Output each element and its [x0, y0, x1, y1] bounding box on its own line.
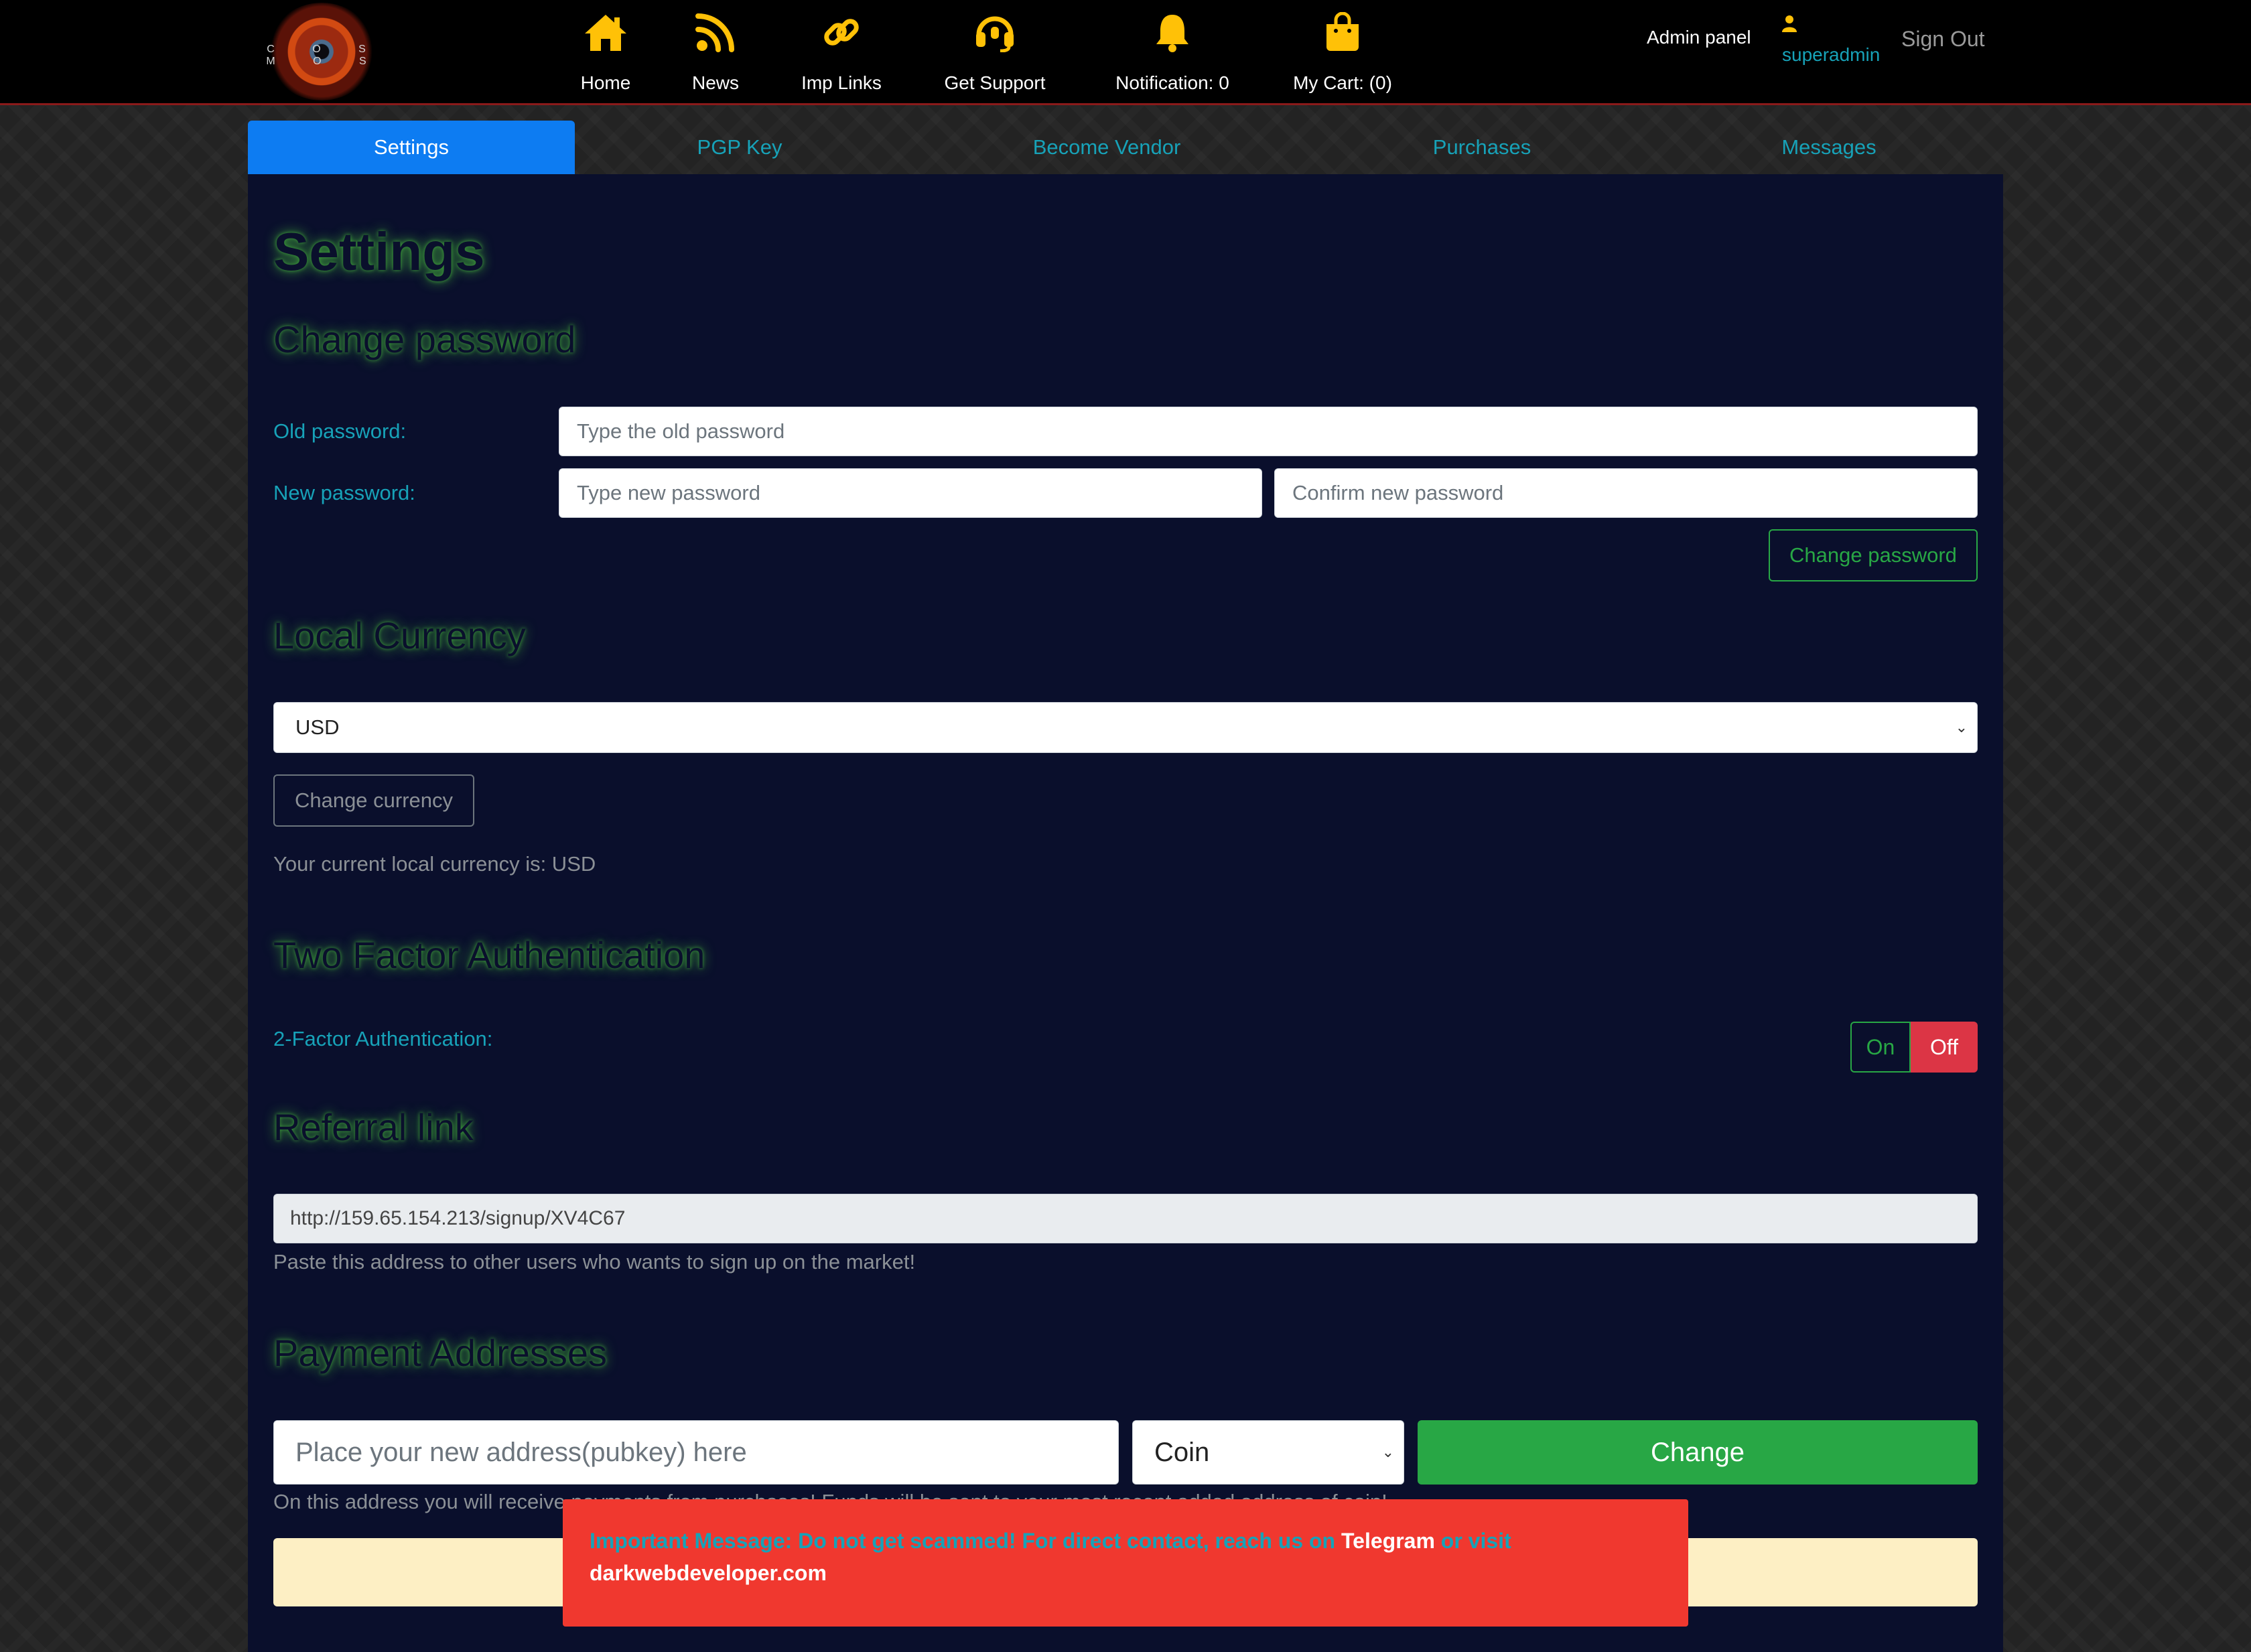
website-link[interactable]: darkwebdeveloper.com	[590, 1561, 827, 1585]
coin-selected-value: Coin	[1154, 1438, 1210, 1467]
local-currency-heading: Local Currency	[273, 614, 526, 657]
nav-get-support-label: Get Support	[944, 72, 1046, 93]
telegram-link[interactable]: Telegram	[1341, 1529, 1435, 1553]
home-icon	[585, 15, 626, 51]
tab-settings[interactable]: Settings	[248, 121, 575, 174]
headset-icon	[976, 16, 1014, 52]
nav-imp-links[interactable]: Imp Links	[796, 12, 887, 93]
change-currency-button[interactable]: Change currency	[273, 774, 474, 827]
current-currency-text: Your current local currency is: USD	[273, 852, 596, 876]
page-title: Settings	[273, 222, 485, 281]
referral-help-text: Paste this address to other users who wa…	[273, 1250, 916, 1274]
new-password-input[interactable]	[559, 468, 1262, 518]
payment-address-input[interactable]	[273, 1420, 1119, 1485]
referral-link-field[interactable]: http://159.65.154.213/signup/XV4C67	[273, 1194, 1978, 1243]
payment-addresses-heading: Payment Addresses	[273, 1332, 608, 1374]
nav-my-cart-label: My Cart: (0)	[1293, 72, 1392, 93]
coin-select[interactable]: Coin ⌄	[1132, 1420, 1404, 1485]
settings-tabs: Settings PGP Key Become Vendor Purchases…	[248, 121, 2003, 174]
link-icon	[824, 19, 859, 46]
alert-or-visit-text: or visit	[1440, 1529, 1511, 1553]
change-password-heading: Change password	[273, 318, 576, 360]
nav-my-cart[interactable]: My Cart: (0)	[1289, 12, 1396, 93]
change-address-button[interactable]: Change	[1418, 1420, 1978, 1485]
confirm-password-input[interactable]	[1274, 468, 1978, 518]
two-factor-heading: Two Factor Authentication	[273, 934, 705, 976]
tab-messages[interactable]: Messages	[1655, 121, 2003, 174]
old-password-label: Old password:	[273, 419, 407, 443]
nav-home-label: Home	[580, 72, 631, 93]
top-navbar: C O S M O S Home News Imp Links Get Supp…	[0, 0, 2251, 105]
tab-become-vendor[interactable]: Become Vendor	[904, 121, 1309, 174]
shopping-bag-icon	[1326, 12, 1359, 51]
new-password-label: New password:	[273, 481, 415, 504]
nav-notification[interactable]: Notification: 0	[1107, 12, 1238, 93]
user-icon	[1782, 15, 1797, 32]
logo-text: C O S M O S	[266, 44, 384, 67]
two-factor-label: 2-Factor Authentication:	[273, 1027, 493, 1050]
bell-icon	[1156, 15, 1188, 52]
nav-home[interactable]: Home	[571, 12, 640, 93]
old-password-input[interactable]	[559, 407, 1978, 456]
nav-get-support[interactable]: Get Support	[938, 12, 1052, 93]
chevron-down-icon: ⌄	[1955, 719, 1968, 736]
rss-icon	[695, 13, 734, 52]
alert-intro-text: Important Message: Do not get scammed! F…	[590, 1529, 1336, 1553]
currency-select[interactable]: USD ⌄	[273, 702, 1978, 753]
referral-link-heading: Referral link	[273, 1106, 474, 1148]
change-password-button[interactable]: Change password	[1769, 529, 1978, 581]
tab-pgp-key[interactable]: PGP Key	[575, 121, 904, 174]
two-factor-off-button[interactable]: Off	[1911, 1022, 1978, 1073]
username-link[interactable]: superadmin	[1782, 44, 1880, 66]
currency-selected-value: USD	[295, 715, 340, 739]
nav-news-label: News	[691, 72, 739, 93]
sign-out-link[interactable]: Sign Out	[1901, 27, 1985, 52]
nav-notification-label: Notification: 0	[1115, 72, 1229, 93]
admin-panel-link[interactable]: Admin panel	[1647, 27, 1751, 48]
nav-imp-links-label: Imp Links	[801, 72, 882, 93]
two-factor-on-button[interactable]: On	[1850, 1022, 1911, 1073]
important-message-alert: Important Message: Do not get scammed! F…	[563, 1499, 1688, 1627]
tab-purchases[interactable]: Purchases	[1309, 121, 1655, 174]
chevron-down-icon: ⌄	[1381, 1444, 1394, 1460]
nav-news[interactable]: News	[683, 12, 748, 93]
